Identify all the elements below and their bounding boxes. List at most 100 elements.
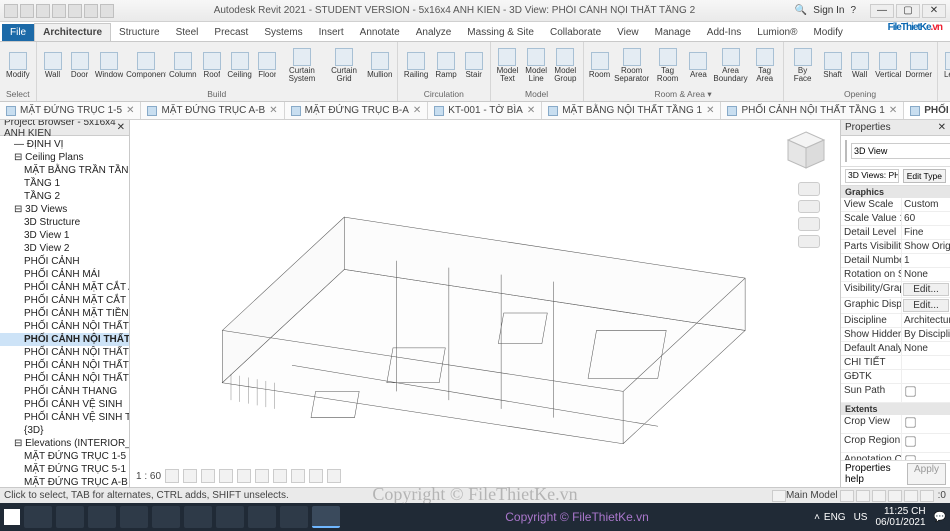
close-icon[interactable]: ✕: [527, 105, 535, 116]
tree-row[interactable]: PHỐI CẢNH VỆ SINH TẦNG 2: [0, 411, 129, 424]
ribbon-button-stair[interactable]: Stair: [461, 50, 487, 81]
task-explorer-icon[interactable]: [88, 506, 116, 528]
property-value[interactable]: By Discipline: [902, 328, 950, 341]
tree-row[interactable]: 3D View 1: [0, 229, 129, 242]
tray-chevron-up-icon[interactable]: ˄: [814, 512, 820, 523]
taskbar-clock[interactable]: 11:25 CH 06/01/2021: [871, 506, 929, 528]
property-value[interactable]: [902, 370, 950, 383]
viewcube[interactable]: [784, 128, 828, 172]
tree-row[interactable]: MẶT ĐỨNG TRỤC 1-5: [0, 450, 129, 463]
canvas-3d-view[interactable]: 1 : 60: [130, 120, 840, 487]
qat-open-icon[interactable]: [20, 4, 34, 18]
close-icon[interactable]: ✕: [413, 105, 421, 116]
reveal-hidden-icon[interactable]: [327, 469, 341, 483]
tree-row[interactable]: 3D Structure: [0, 216, 129, 229]
task-excel-icon[interactable]: [152, 506, 180, 528]
property-value[interactable]: Fine: [902, 226, 950, 239]
properties-help-link[interactable]: Properties help: [845, 463, 907, 485]
view-tab[interactable]: MẶT ĐỨNG TRỤC B-A✕: [285, 102, 429, 119]
ribbon-button-roomseparator[interactable]: Room Separator: [614, 46, 650, 85]
property-value[interactable]: None: [902, 342, 950, 355]
close-icon[interactable]: ✕: [126, 105, 134, 116]
ribbon-tab-manage[interactable]: Manage: [647, 24, 699, 41]
close-icon[interactable]: ✕: [706, 105, 714, 116]
tray-lang[interactable]: ENG: [824, 512, 846, 523]
property-value[interactable]: [902, 434, 950, 452]
view-tab[interactable]: MẶT BẰNG NỘI THẤT TẦNG 1✕: [542, 102, 721, 119]
ribbon-button-tagroom[interactable]: Tag Room: [651, 46, 685, 85]
qat-redo-icon[interactable]: [68, 4, 82, 18]
tree-row[interactable]: PHỐI CẢNH NỘI THẤT TẦNG 1: [0, 320, 129, 333]
tree-row[interactable]: PHỐI CẢNH MẶT CẮT B-B: [0, 294, 129, 307]
view-tab[interactable]: KT-001 - TỜ BÌA✕: [428, 102, 542, 119]
drag-icon[interactable]: [920, 490, 934, 502]
tree-row[interactable]: {3D}: [0, 424, 129, 437]
ribbon-tab-massingsite[interactable]: Massing & Site: [459, 24, 542, 41]
tree-row[interactable]: PHỐI CẢNH MẶT TIỀN: [0, 307, 129, 320]
tree-row[interactable]: PHỐI CẢNH MÁI: [0, 268, 129, 281]
ribbon-button-area[interactable]: Area: [685, 50, 711, 81]
property-checkbox[interactable]: [905, 417, 915, 427]
selection-filter-icon[interactable]: [840, 490, 854, 502]
ribbon-tab-architecture[interactable]: Architecture: [34, 23, 111, 41]
type-instance-selector[interactable]: 3D Views: PHỐI CẢNH: [845, 169, 899, 183]
ribbon-tab-systems[interactable]: Systems: [256, 24, 310, 41]
ribbon-button-modelgroup[interactable]: Model Group: [551, 46, 579, 85]
qat-measure-icon[interactable]: [100, 4, 114, 18]
lock-3d-icon[interactable]: [291, 469, 305, 483]
start-button[interactable]: [4, 509, 20, 525]
property-value[interactable]: [902, 415, 950, 433]
properties-grid[interactable]: GraphicsView ScaleCustomScale Value 1:60…: [841, 186, 950, 460]
ribbon-tab-annotate[interactable]: Annotate: [352, 24, 408, 41]
view-tab[interactable]: MẶT ĐỨNG TRỤC 1-5✕: [0, 102, 141, 119]
view-tab[interactable]: PHỐI CẢNH NỘI THẤT TẦNG 2✕: [904, 102, 950, 119]
tree-row[interactable]: MẶT ĐỨNG TRỤC 5-1: [0, 463, 129, 476]
tree-row[interactable]: ⊟ 3D Views: [0, 203, 129, 216]
model-selector[interactable]: Main Model: [786, 490, 838, 501]
ribbon-tab-addins[interactable]: Add-Ins: [699, 24, 749, 41]
ribbon-button-room[interactable]: Room: [587, 50, 613, 81]
tree-row[interactable]: MẶT BẰNG TRẦN TẦNG 1: [0, 164, 129, 177]
workset-icon[interactable]: [772, 490, 786, 502]
ribbon-button-column[interactable]: Column: [168, 50, 198, 81]
ribbon-button-shaft[interactable]: Shaft: [820, 50, 846, 81]
ribbon-button-ramp[interactable]: Ramp: [432, 50, 459, 81]
close-icon[interactable]: ✕: [889, 105, 897, 116]
crop-region-icon[interactable]: [273, 469, 287, 483]
ribbon-button-tagarea[interactable]: Tag Area: [750, 46, 780, 85]
task-autocad-icon[interactable]: [184, 506, 212, 528]
tree-row[interactable]: PHỐI CẢNH NỘI THẤT TẦNG 2: [0, 333, 129, 346]
tree-row[interactable]: PHỐI CẢNH THANG: [0, 385, 129, 398]
ribbon-button-level[interactable]: Level: [941, 50, 950, 81]
property-value[interactable]: Edit...: [903, 283, 949, 296]
ribbon-button-modelline[interactable]: Model Line: [522, 46, 550, 85]
tree-row[interactable]: MẶT ĐỨNG TRỤC A-B: [0, 476, 129, 487]
ribbon-button-railing[interactable]: Railing: [401, 50, 431, 81]
detail-level-icon[interactable]: [165, 469, 179, 483]
project-browser-header[interactable]: Project Browser - 5x16x4 ANH KIEN ✕: [0, 120, 129, 136]
close-button[interactable]: ✕: [922, 4, 946, 18]
scale-label[interactable]: 1 : 60: [136, 471, 161, 482]
pan-icon[interactable]: [798, 200, 820, 214]
ribbon-button-areaboundary[interactable]: Area Boundary: [712, 46, 748, 85]
ribbon-button-wall[interactable]: Wall: [40, 50, 66, 81]
ribbon-tab-modify[interactable]: Modify: [805, 24, 850, 41]
tree-row[interactable]: TẦNG 2: [0, 190, 129, 203]
property-value[interactable]: None: [902, 268, 950, 281]
search-icon[interactable]: 🔍: [795, 5, 807, 16]
filter-icon[interactable]: [872, 490, 886, 502]
ribbon-button-door[interactable]: Door: [67, 50, 93, 81]
task-zalo-icon[interactable]: [248, 506, 276, 528]
ribbon-tab-steel[interactable]: Steel: [168, 24, 207, 41]
view-tab[interactable]: PHỐI CẢNH NỘI THẤT TẦNG 1✕: [721, 102, 904, 119]
pin-icon[interactable]: [904, 490, 918, 502]
close-icon[interactable]: ✕: [117, 122, 125, 133]
properties-header[interactable]: Properties ✕: [841, 120, 950, 136]
property-value[interactable]: 1: [902, 254, 950, 267]
tree-row[interactable]: PHỐI CẢNH NỘI THẤT TẦNG 3: [0, 346, 129, 359]
ribbon-button-dormer[interactable]: Dormer: [904, 50, 934, 81]
ribbon-button-window[interactable]: Window: [94, 50, 125, 81]
qat-undo-icon[interactable]: [52, 4, 66, 18]
ribbon-button-wall[interactable]: Wall: [847, 50, 873, 81]
task-search-icon[interactable]: [24, 506, 52, 528]
